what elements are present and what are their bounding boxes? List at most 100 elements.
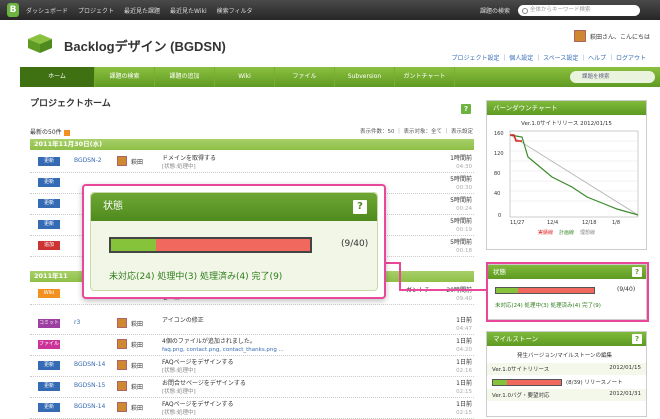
legend-actual: 実績線 <box>537 230 553 236</box>
global-search-input[interactable]: 全体からキーワード検索 <box>518 4 640 16</box>
top-nav-search-filter[interactable]: 検索フィルタ <box>217 6 253 15</box>
status-badge: 更新 <box>38 178 60 187</box>
milestone-row[interactable]: Ver.1.0サイトリリース 2012/01/15 <box>487 363 646 375</box>
issue-search-input[interactable]: 課題を検索 <box>570 71 655 83</box>
popup-title: 状態 <box>103 201 123 212</box>
svg-text:160: 160 <box>494 131 504 137</box>
day-header-1: 2011年11月30日(水) <box>30 139 474 150</box>
issue-key-link[interactable]: BGDSN-15 <box>74 382 105 389</box>
time-relative: 1日前 <box>456 401 472 408</box>
milestone-date: 2012/01/15 <box>609 365 641 371</box>
milestone-date: 2012/01/31 <box>609 391 641 397</box>
activity-title[interactable]: ドメインを取得する <box>162 155 216 163</box>
popup-header: 状態 ? <box>91 193 377 221</box>
status-count: (9/40) <box>341 239 369 249</box>
milestone-count[interactable]: (8/39) リリースノート <box>566 378 623 386</box>
time-clock: 04:47 <box>456 326 472 332</box>
status-legend[interactable]: 未対応(24) 処理中(3) 処理済み(4) 完了(9) <box>109 269 282 282</box>
top-nav-projects[interactable]: プロジェクト <box>78 6 114 15</box>
milestone-title: マイルストーン <box>493 335 539 343</box>
timestamp: 1日前 02:15 <box>456 380 472 396</box>
legend-plan: 計画線 <box>558 230 574 236</box>
time-relative: 5時間前 <box>450 239 472 246</box>
callout-connector <box>386 262 400 264</box>
timestamp: 1時間前 04:30 <box>450 155 472 171</box>
avatar <box>117 339 127 349</box>
milestone-edit-link[interactable]: 発生バージョン/マイルストーンの編集 <box>517 351 646 359</box>
issue-key-link[interactable]: BGDSN-2 <box>74 157 102 164</box>
user-name: 萩田 <box>131 363 144 370</box>
project-title: Backlogデザイン (BGDSN) <box>64 39 226 54</box>
burndown-header: バーンダウンチャート <box>487 101 646 115</box>
svg-text:120: 120 <box>494 151 504 157</box>
tab-add-issue[interactable]: 課題の追加 <box>155 67 215 87</box>
timestamp: 1日前 04:20 <box>456 338 472 354</box>
issue-key-link[interactable]: BGDSN-14 <box>74 403 105 410</box>
burndown-title: バーンダウンチャート <box>493 104 558 112</box>
user-greeting-text: 萩田さん、こんにちは <box>590 33 651 41</box>
time-relative: 5時間前 <box>450 197 472 204</box>
time-relative: 5時間前 <box>450 176 472 183</box>
time-relative: 1日前 <box>456 380 472 387</box>
activity-title[interactable]: FAQページをデザインする <box>162 359 234 367</box>
help-icon[interactable]: ? <box>353 200 367 214</box>
time-clock: 02:15 <box>456 410 472 416</box>
issue-key-link[interactable]: BGDSN-14 <box>74 361 105 368</box>
status-badge: 更新 <box>38 157 60 166</box>
legend-ideal: 理想線 <box>580 230 596 236</box>
table-row[interactable]: 更新 BGDSN-14 萩田 FAQページをデザインする [状態:処理中] 1日前… <box>30 399 474 419</box>
timestamp: 1日前 04:47 <box>456 317 472 333</box>
burndown-caption: Ver.1.0サイトリリース 2012/01/15 <box>521 121 612 127</box>
file-links[interactable]: faq.png, contact.png, contact_thanks.png… <box>162 346 284 354</box>
svg-text:0: 0 <box>498 213 501 219</box>
table-row[interactable]: 更新 BGDSN-14 萩田 FAQページをデザインする [状態:処理中] 1日前… <box>30 357 474 377</box>
table-row[interactable]: 更新 BGDSN-2 萩田 ドメインを取得する [状態:処理中] 1時間前 04:3… <box>30 153 474 173</box>
status-badge: 更新 <box>38 199 60 208</box>
tab-files[interactable]: ファイル <box>275 67 335 87</box>
table-row[interactable]: 更新 BGDSN-15 萩田 お問合せページをデザインする [状態:処理中] 1日… <box>30 378 474 398</box>
time-relative: 1日前 <box>456 338 472 345</box>
tab-home[interactable]: ホーム <box>20 67 95 87</box>
milestone-header: マイルストーン? <box>487 332 646 346</box>
svg-text:1/8: 1/8 <box>612 220 620 226</box>
status-badge: 追加 <box>38 241 60 250</box>
project-nav: ホーム 課題の検索 課題の追加 Wiki ファイル Subversion ガント… <box>20 67 660 87</box>
top-nav-recent-issues[interactable]: 最近見た課題 <box>124 6 160 15</box>
activity-title[interactable]: FAQページをデザインする <box>162 401 234 409</box>
issue-search-link[interactable]: 課題の検索 <box>480 6 510 15</box>
avatar[interactable] <box>574 30 586 42</box>
tab-wiki[interactable]: Wiki <box>215 67 275 87</box>
top-nav-dashboard[interactable]: ダッシュボード <box>26 6 68 15</box>
tab-issue-search[interactable]: 課題の検索 <box>95 67 155 87</box>
activity-title[interactable]: お問合せページをデザインする <box>162 380 246 388</box>
status-badge: 更新 <box>38 361 60 370</box>
top-nav-recent-wiki[interactable]: 最近見たWiki <box>170 6 207 15</box>
table-row[interactable]: コミット r3 萩田 アイコンの修正 1日前 04:47 <box>30 315 474 335</box>
activity-sub: [状態:処理中] <box>162 368 196 374</box>
time-clock: 00:19 <box>456 227 472 233</box>
page-title: プロジェクトホーム <box>30 98 111 108</box>
help-icon[interactable]: ? <box>632 334 642 344</box>
timestamp: 5時間前 00:30 <box>450 176 472 192</box>
timestamp: 5時間前 00:19 <box>450 218 472 234</box>
milestone-row[interactable]: Ver.1.0バグ・要望対応 2012/01/31 <box>487 389 646 401</box>
status-bar-done <box>111 239 156 251</box>
table-row[interactable]: ファイル 萩田 4個のファイルが追加されました。 faq.png, contact… <box>30 336 474 356</box>
milestone-panel: マイルストーン? 発生バージョン/マイルストーンの編集 Ver.1.0サイトリリ… <box>486 331 647 417</box>
callout-connector <box>399 289 487 291</box>
svg-text:40: 40 <box>494 191 500 197</box>
tab-gantt[interactable]: ガントチャート <box>395 67 455 87</box>
rss-icon[interactable] <box>63 129 70 136</box>
time-clock: 04:20 <box>456 347 472 353</box>
main-content: プロジェクトホーム <box>30 96 474 109</box>
display-settings[interactable]: 表示件数：50 ｜ 表示対象：全て ｜ 表示設定 <box>360 127 473 135</box>
revision-link[interactable]: r3 <box>74 319 80 326</box>
tab-subversion[interactable]: Subversion <box>335 67 395 87</box>
help-icon[interactable]: ? <box>461 104 471 114</box>
header-sublinks[interactable]: プロジェクト設定 ｜ 個人設定 ｜ スペース設定 ｜ ヘルプ ｜ ログアウト <box>451 53 646 62</box>
activity-title[interactable]: アイコンの修正 <box>162 317 204 325</box>
time-relative: 5時間前 <box>450 218 472 225</box>
status-badge: コミット <box>38 319 60 328</box>
status-badge: ファイル <box>38 340 60 349</box>
backlog-logo-icon[interactable]: B <box>7 3 19 17</box>
